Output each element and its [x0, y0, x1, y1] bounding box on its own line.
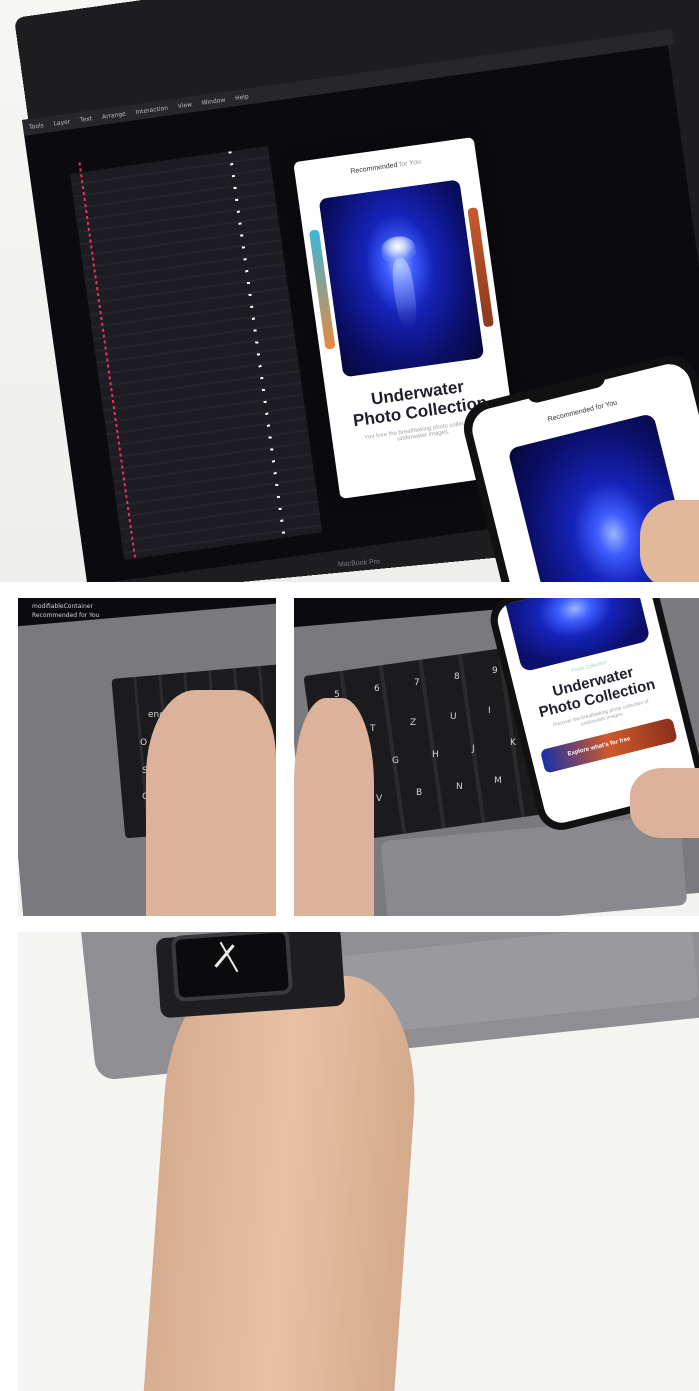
- key-label: I: [488, 706, 491, 716]
- menu-item: Layer: [53, 117, 71, 128]
- key-label: 9: [492, 666, 498, 676]
- menu-item: Help: [234, 92, 250, 102]
- menu-item: View: [177, 100, 193, 110]
- key-label: 6: [374, 684, 380, 694]
- key-label: U: [450, 712, 457, 722]
- key-label: 8: [454, 672, 460, 682]
- key-label: H: [432, 750, 439, 760]
- forearm-watch-photo: [18, 932, 699, 1391]
- watch-face: [170, 932, 294, 1003]
- laptop-screen-photo: Tools Layer Text Arrange Interaction Vie…: [0, 0, 699, 582]
- key-label: K: [510, 738, 516, 748]
- menu-item: Interaction: [135, 104, 169, 116]
- key-label: T: [370, 724, 376, 734]
- key-label: G: [392, 756, 399, 766]
- key-label: Z: [410, 718, 417, 728]
- layer-tree-item: Recommended for You: [32, 612, 100, 619]
- keyboard-left-photo: modifiableContainer Recommended for You …: [18, 598, 276, 916]
- forearm: [142, 963, 424, 1391]
- key-label: J: [472, 744, 475, 754]
- timeline-grid: [69, 146, 323, 561]
- jellyfish-photo: [505, 598, 651, 673]
- key-label: N: [456, 782, 463, 792]
- phone-banner-label: Explore what's for free: [567, 736, 632, 758]
- menu-item: Window: [201, 96, 226, 107]
- hand: [146, 690, 276, 916]
- layer-tree-item: modifiableContainer: [32, 603, 93, 610]
- keyboard-right-photo: 5 6 7 8 9 R T Z U I O F G H J K V B N M …: [294, 598, 699, 916]
- phone-header-prefix: Recommended: [547, 405, 595, 424]
- key-label: 7: [414, 678, 420, 688]
- hand: [640, 500, 699, 582]
- menu-item: Arrange: [101, 110, 127, 121]
- phone-header-suffix: for You: [595, 399, 618, 412]
- hand: [630, 768, 699, 838]
- jellyfish-tentacles: [389, 257, 420, 330]
- key-label: M: [494, 776, 502, 786]
- layer-tree: modifiableContainer Recommended for You: [32, 602, 99, 620]
- card-header-suffix: for You: [398, 158, 422, 169]
- key-label: B: [416, 788, 423, 798]
- key-label: V: [376, 794, 383, 804]
- hand: [294, 698, 374, 916]
- menu-item: Tools: [28, 121, 45, 131]
- card-header-prefix: Recommended: [350, 161, 398, 176]
- key-label: O: [140, 738, 148, 748]
- menu-item: Text: [79, 114, 93, 124]
- jellyfish-photo: [318, 179, 485, 378]
